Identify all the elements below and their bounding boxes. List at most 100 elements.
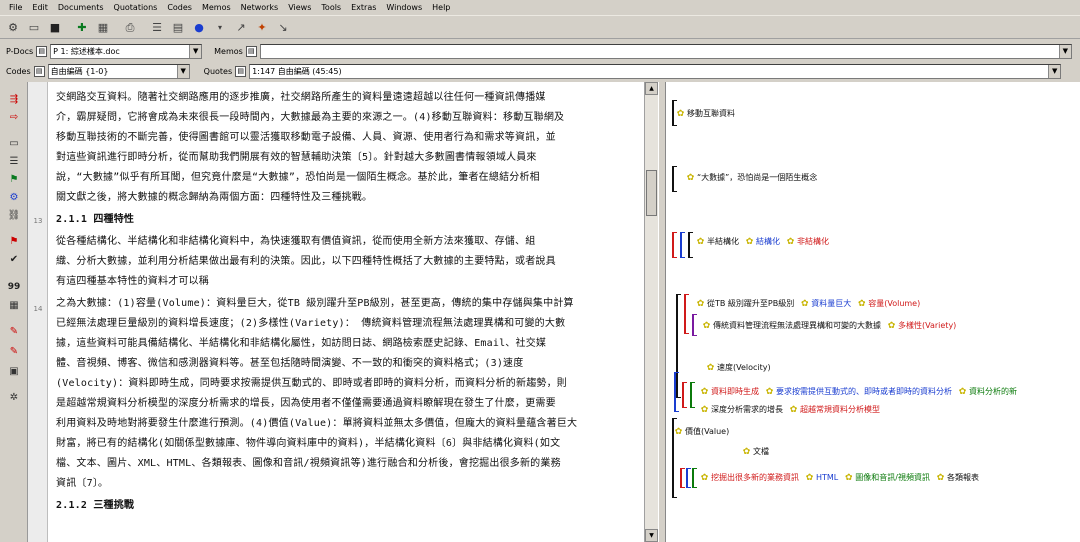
menu-help[interactable]: Help <box>427 3 455 12</box>
quotation-bracket[interactable] <box>682 382 687 408</box>
quotation-bracket[interactable] <box>672 166 677 192</box>
pane-splitter[interactable] <box>658 82 666 542</box>
menu-documents[interactable]: Documents <box>53 3 109 12</box>
print-icon[interactable]: ⎙ <box>121 19 139 37</box>
code-icon: ✿ <box>686 172 695 183</box>
chevron-down-icon[interactable]: ▼ <box>1058 44 1071 58</box>
document-text-pane[interactable]: 交網路交互資料。隨著社交網路應用的逐步推廣，社交網路所產生的資料量遠遠超越以往任… <box>48 82 644 542</box>
margin-code-label[interactable]: 多樣性(Variety) <box>898 320 956 331</box>
list-icon[interactable]: ☰ <box>6 154 22 168</box>
open-icon[interactable]: ▭ <box>25 19 43 37</box>
grid-icon[interactable]: ▦ <box>94 19 112 37</box>
chevron-down-icon[interactable]: ▼ <box>1048 64 1061 78</box>
quotation-bracket[interactable] <box>674 372 679 412</box>
margin-code-label[interactable]: 要求按需提供互動式的、即時或者即時的資料分析 <box>776 386 952 397</box>
quotation-bracket[interactable] <box>686 468 691 488</box>
editor-scrollbar[interactable]: ▲ ▼ <box>644 82 658 542</box>
margin-code-label[interactable]: 速度(Velocity) <box>717 362 771 373</box>
margin-code-label[interactable]: 文檔 <box>753 446 769 457</box>
list-icon[interactable]: ☰ <box>148 19 166 37</box>
margin-code-label[interactable]: 從TB 級別躍升至PB級別 <box>707 298 794 309</box>
link-icon[interactable]: ⛓ <box>6 208 22 222</box>
margin-code-label[interactable]: 價值(Value) <box>685 426 729 437</box>
network-icon[interactable]: ✲ <box>6 390 22 404</box>
add-doc-icon[interactable]: ✚ <box>73 19 91 37</box>
memos-select[interactable]: ▼ <box>259 43 1072 59</box>
scroll-down-icon[interactable]: ▼ <box>645 529 658 542</box>
flag-icon[interactable]: ⚑ <box>6 234 22 248</box>
margin-area[interactable]: ✿ 移動互聯資料 ✿ “大數據”，恐怕尚是一個陌生概念 ✿ 半結構化 ✿ 結構化 ✿ 非結構化 ✿ 從… <box>666 82 1080 542</box>
margin-code-label[interactable]: 非結構化 <box>797 236 829 247</box>
star-icon[interactable]: ✦ <box>253 19 271 37</box>
network-icon[interactable]: ● <box>190 19 208 37</box>
frame-icon[interactable]: ▣ <box>6 364 22 378</box>
margin-code-label[interactable]: 傳統資料管理流程無法處理異構和可變的大數據 <box>713 320 881 331</box>
quotation-bracket[interactable] <box>680 232 685 258</box>
margin-code-label[interactable]: HTML <box>816 473 838 482</box>
margin-code-label[interactable]: 資料量巨大 <box>811 298 851 309</box>
cursor-icon[interactable]: ↘ <box>274 19 292 37</box>
memo-icon[interactable]: ✎ <box>6 324 22 338</box>
margin-code-row: ✿ 半結構化 ✿ 結構化 ✿ 非結構化 <box>696 236 835 247</box>
quotation-bracket[interactable] <box>690 382 695 408</box>
code-icon[interactable]: ⇨ <box>6 110 22 124</box>
margin-code-label[interactable]: 資料分析的新 <box>969 386 1017 397</box>
margin-code-label[interactable]: 挖掘出很多新的業務資訊 <box>711 472 799 483</box>
quotes-manager-icon[interactable]: ▤ <box>235 65 247 77</box>
memo-edit-icon[interactable]: ✎ <box>6 344 22 358</box>
quotes-select[interactable]: 1:147 自由編碼 (45:45) ▼ <box>249 63 1062 79</box>
margin-code-label[interactable]: 圖像和音訊/視頻資訊 <box>855 472 930 483</box>
menu-quotations[interactable]: Quotations <box>109 3 163 12</box>
check-icon[interactable]: ✔ <box>6 252 22 266</box>
margin-code-label[interactable]: 半結構化 <box>707 236 739 247</box>
menu-memos[interactable]: Memos <box>197 3 236 12</box>
menu-tools[interactable]: Tools <box>316 3 346 12</box>
memo-icon[interactable]: ▤ <box>169 19 187 37</box>
menu-file[interactable]: File <box>4 3 27 12</box>
text-line: 檔、文本、圖片、XML、HTML、各類報表、圖像和音訊/視頻資訊等)進行融合和分… <box>56 458 561 469</box>
memos-manager-icon[interactable]: ▤ <box>245 45 257 57</box>
quote-icon[interactable]: 99 <box>6 280 22 294</box>
pdocs-select[interactable]: P 1: 綜述樣本.doc ▼ <box>50 43 203 59</box>
margin-code-label[interactable]: 超越常規資料分析模型 <box>800 404 880 415</box>
link-icon[interactable]: ↗ <box>232 19 250 37</box>
margin-code-label[interactable]: 容量(Volume) <box>868 298 920 309</box>
code-icon: ✿ <box>786 236 795 247</box>
create-quotation-icon[interactable]: ⇶ <box>6 92 22 106</box>
rectangle-icon[interactable]: ▭ <box>6 136 22 150</box>
code-list-icon[interactable]: ⚑ <box>6 172 22 186</box>
margin-code-row: ✿ 傳統資料管理流程無法處理異構和可變的大數據 ✿ 多樣性(Variety) <box>702 320 962 331</box>
scroll-up-icon[interactable]: ▲ <box>645 82 658 95</box>
chevron-down-icon[interactable]: ▼ <box>189 44 202 58</box>
in-vivo-icon[interactable]: ⚙ <box>6 190 22 204</box>
menu-views[interactable]: Views <box>283 3 316 12</box>
margin-code-label[interactable]: “大數據”，恐怕尚是一個陌生概念 <box>697 172 817 183</box>
quotation-bracket[interactable] <box>692 468 697 488</box>
menu-networks[interactable]: Networks <box>236 3 284 12</box>
menu-windows[interactable]: Windows <box>381 3 427 12</box>
hermeneutic-unit-icon[interactable]: ⚙ <box>4 19 22 37</box>
grid-icon[interactable]: ▦ <box>6 298 22 312</box>
quotation-bracket[interactable] <box>680 468 685 488</box>
quotation-bracket[interactable] <box>672 232 677 258</box>
quotation-bracket[interactable] <box>688 232 693 258</box>
margin-code-row: ✿ “大數據”，恐怕尚是一個陌生概念 <box>686 172 823 183</box>
quotation-bracket[interactable] <box>684 294 689 334</box>
chevron-down-icon[interactable]: ▼ <box>176 64 189 78</box>
margin-code-label[interactable]: 深度分析需求的增長 <box>711 404 783 415</box>
menu-codes[interactable]: Codes <box>162 3 197 12</box>
menu-extras[interactable]: Extras <box>346 3 381 12</box>
margin-code-label[interactable]: 資料即時生成 <box>711 386 759 397</box>
margin-code-label[interactable]: 結構化 <box>756 236 780 247</box>
pdocs-manager-icon[interactable]: ▤ <box>36 45 48 57</box>
save-icon[interactable]: ■ <box>46 19 64 37</box>
vertical-toolbar: ⇶ ⇨ ▭ ☰ ⚑ ⚙ ⛓ ⚑ ✔ 99 ▦ ✎ ✎ ▣ ✲ <box>0 82 28 542</box>
margin-code-label[interactable]: 各類報表 <box>947 472 979 483</box>
codes-manager-icon[interactable]: ▤ <box>33 65 45 77</box>
scroll-thumb[interactable] <box>646 170 657 216</box>
chevron-down-icon[interactable]: ▾ <box>211 19 229 37</box>
quotation-bracket[interactable] <box>692 314 697 336</box>
menu-edit[interactable]: Edit <box>27 3 53 12</box>
margin-code-label[interactable]: 移動互聯資料 <box>687 108 735 119</box>
codes-select[interactable]: 自由編碼 {1-0} ▼ <box>47 63 190 79</box>
